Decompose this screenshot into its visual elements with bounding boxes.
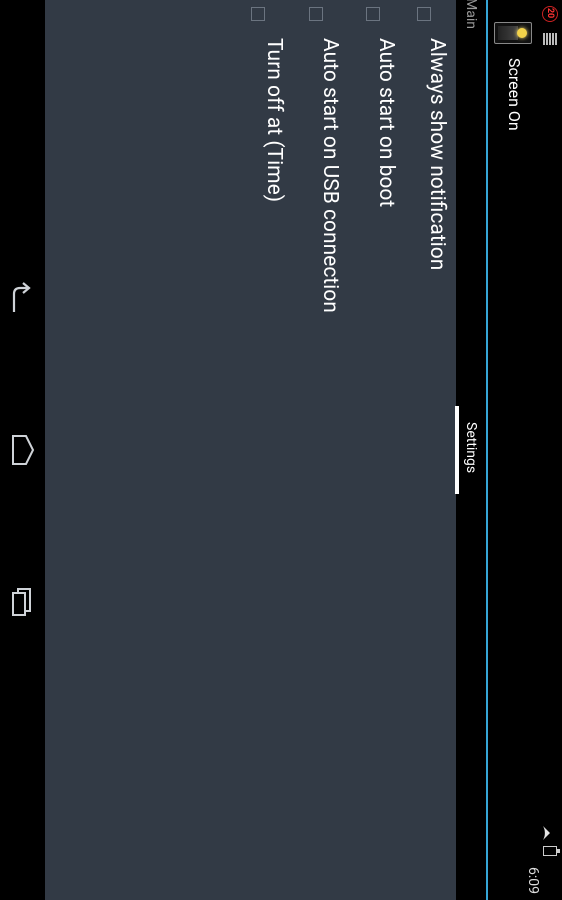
status-clock: 6:09	[525, 867, 541, 894]
setting-label: Always show notification	[425, 38, 449, 271]
status-bar	[538, 0, 562, 900]
setting-row-auto-start-usb[interactable]: Auto start on USB connection	[301, 0, 353, 380]
setting-label: Turn off at (Time)	[262, 38, 286, 203]
auto-start-usb-checkbox[interactable]	[309, 7, 323, 21]
navigation-bar	[0, 0, 45, 900]
setting-label: Auto start on boot	[374, 38, 398, 208]
setting-row-auto-start-on-boot[interactable]: Auto start on boot	[355, 0, 407, 380]
action-bar	[489, 0, 538, 900]
setting-label: Auto start on USB connection	[318, 38, 342, 313]
tab-settings-label: Settings	[463, 422, 479, 474]
auto-start-on-boot-checkbox[interactable]	[366, 7, 380, 21]
setting-row-turn-off-at-time[interactable]: Turn off at (Time)	[243, 0, 295, 380]
home-icon[interactable]	[8, 432, 36, 468]
notification-badge-icon: 20	[542, 6, 558, 22]
lightbulb-switch-icon[interactable]	[494, 22, 532, 44]
setting-row-always-show-notification[interactable]: Always show notification	[407, 0, 459, 380]
settings-content: Always show notification Auto start on b…	[45, 0, 456, 900]
tab-main-label: Main	[463, 0, 479, 29]
app-title: Screen On	[505, 58, 524, 131]
action-bar-divider	[486, 0, 488, 900]
turn-off-at-time-checkbox[interactable]	[251, 7, 265, 21]
always-show-notification-checkbox[interactable]	[417, 7, 431, 21]
screen: Always show notification Auto start on b…	[0, 0, 562, 900]
wifi-icon	[543, 826, 550, 840]
back-icon[interactable]	[8, 282, 36, 318]
selected-tab-indicator	[455, 406, 459, 494]
tab-settings[interactable]: Settings	[457, 406, 486, 494]
recent-apps-icon[interactable]	[8, 585, 36, 621]
notification-count: 20	[545, 7, 555, 19]
tab-main[interactable]: Main	[457, 0, 486, 38]
bars-icon	[543, 33, 557, 45]
battery-icon	[543, 846, 560, 856]
